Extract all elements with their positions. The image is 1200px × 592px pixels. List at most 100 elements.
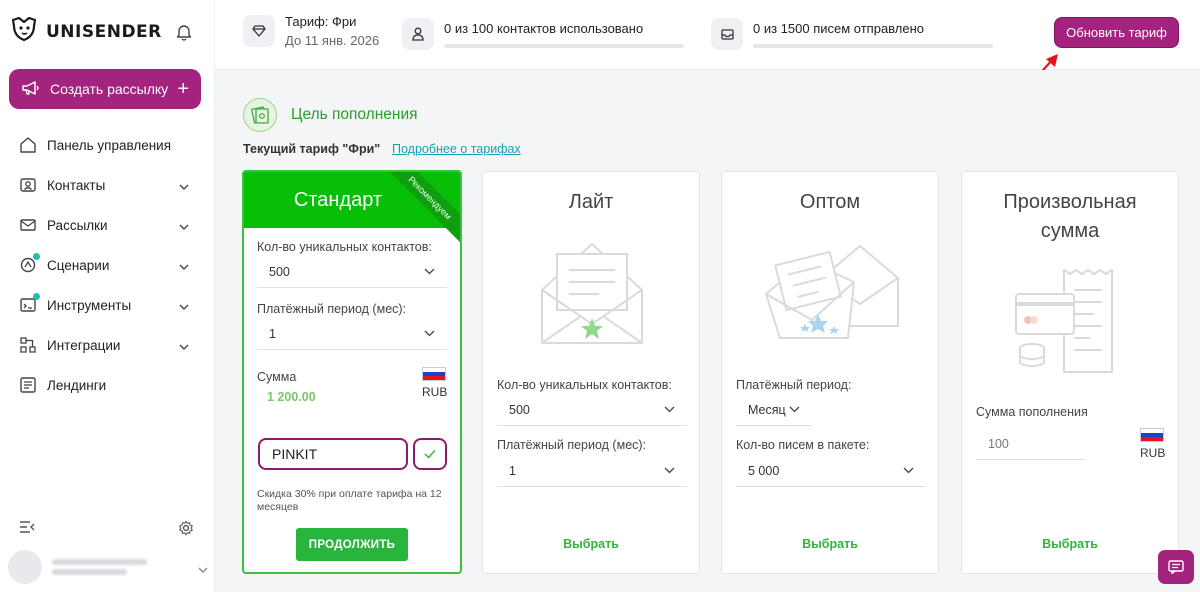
plan-title-custom: Произвольная сумма <box>1003 191 1137 242</box>
chevron-down-icon <box>903 467 914 474</box>
sum-label: Сумма <box>257 370 297 384</box>
period-select-value: 1 <box>509 463 516 478</box>
user-account[interactable] <box>8 550 208 584</box>
choose-lite-button[interactable]: Выбрать <box>483 537 699 551</box>
notification-dot <box>33 253 40 260</box>
sidebar-item-scenario[interactable]: Сценарии <box>0 245 214 285</box>
logo-text: UNISENDER <box>46 21 162 42</box>
continue-button[interactable]: ПРОДОЛЖИТЬ <box>296 528 408 561</box>
upgrade-tariff-button[interactable]: Обновить тариф <box>1054 17 1179 48</box>
sidebar-item-tools[interactable]: Инструменты <box>0 285 214 325</box>
letters-count-label: Кол-во писем в пакете: <box>736 438 870 452</box>
sidebar-item-label: Рассылки <box>47 217 108 233</box>
sidebar-item-landing[interactable]: Лендинги <box>0 365 214 405</box>
russia-flag-icon <box>422 367 446 381</box>
contacts-select-value: 500 <box>269 264 290 279</box>
settings-gear-icon[interactable] <box>178 520 194 541</box>
contacts-select[interactable]: 500 <box>257 256 447 288</box>
tools-icon <box>19 293 40 314</box>
sidebar-item-contacts[interactable]: Контакты <box>0 165 214 205</box>
more-about-tariffs-link[interactable]: Подробнее о тарифах <box>392 142 521 156</box>
letters-usage: 0 из 1500 писем отправлено <box>711 18 993 50</box>
chevron-down-icon <box>179 340 189 350</box>
contacts-label: Кол-во уникальных контактов: <box>257 240 432 254</box>
sidebar-item-mail[interactable]: Рассылки <box>0 205 214 245</box>
logo-icon <box>10 16 38 47</box>
envelope-icon <box>711 18 743 50</box>
diamond-icon <box>243 15 275 47</box>
period-label: Платёжный период (мес): <box>257 302 407 316</box>
tariff-title: Тариф: Фри <box>285 14 357 29</box>
sidebar-item-label: Сценарии <box>47 257 110 273</box>
russia-flag-icon <box>1140 428 1164 442</box>
chevron-down-icon <box>424 268 435 275</box>
period-select[interactable]: Месяц <box>736 394 812 426</box>
main-nav: Панель управления Контакты Рассылки Сценари… <box>0 125 214 405</box>
bell-icon[interactable] <box>176 23 192 46</box>
currency-label: RUB <box>422 385 448 399</box>
period-select-value: 1 <box>269 326 276 341</box>
contacts-usage-text: 0 из 100 контактов использовано <box>444 20 644 36</box>
chevron-down-icon <box>198 562 208 573</box>
person-icon <box>402 18 434 50</box>
goal-title: Цель пополнения <box>291 106 418 123</box>
choose-custom-button[interactable]: Выбрать <box>962 537 1178 551</box>
sidebar-footer-icons <box>19 520 194 541</box>
contacts-select[interactable]: 500 <box>497 394 687 426</box>
choose-bulk-button[interactable]: Выбрать <box>722 537 938 551</box>
sidebar-item-label: Панель управления <box>47 137 172 153</box>
megaphone-icon <box>21 80 41 99</box>
sidebar-item-label: Инструменты <box>47 297 132 313</box>
money-icon <box>243 98 277 132</box>
envelopes-stars-illustration <box>765 245 899 339</box>
chevron-down-icon <box>179 300 189 310</box>
sidebar-item-label: Лендинги <box>47 377 107 393</box>
sidebar-item-label: Контакты <box>47 177 106 193</box>
discount-note: Скидка 30% при оплате тарифа на 12 месяц… <box>257 488 442 513</box>
chevron-down-icon <box>789 406 800 413</box>
create-campaign-label: Создать рассылку <box>50 81 169 97</box>
period-select[interactable]: 1 <box>497 455 687 487</box>
avatar <box>8 550 42 584</box>
period-label: Платёжный период: <box>736 378 852 392</box>
receipt-card-coins-illustration <box>1015 269 1113 373</box>
chevron-down-icon <box>664 467 675 474</box>
mail-icon <box>19 216 37 234</box>
contacts-progress-bar <box>444 43 684 48</box>
promo-code-input[interactable]: PINKIT <box>258 438 408 470</box>
letters-count-value: 5 000 <box>748 463 780 478</box>
logo[interactable]: UNISENDER <box>10 16 162 47</box>
topup-sum-input[interactable]: 100 <box>976 428 1084 460</box>
period-select[interactable]: 1 <box>257 318 447 350</box>
chevron-down-icon <box>664 406 675 413</box>
goal-header: Цель пополнения <box>243 98 418 132</box>
contacts-label: Кол-во уникальных контактов: <box>497 378 672 392</box>
chevron-down-icon <box>179 180 189 190</box>
chat-icon <box>1168 560 1184 574</box>
letters-count-select[interactable]: 5 000 <box>736 455 926 487</box>
integrations-icon <box>19 336 37 354</box>
chat-button[interactable] <box>1158 550 1194 584</box>
scenario-icon <box>19 253 40 274</box>
sum-value: 1 200.00 <box>267 390 316 404</box>
collapse-sidebar-icon[interactable] <box>19 520 35 541</box>
sidebar-item-integrations[interactable]: Интеграции <box>0 325 214 365</box>
chevron-down-icon <box>179 220 189 230</box>
main-content: Цель пополнения Текущий тариф "Фри" Подр… <box>215 70 1200 592</box>
letters-progress-bar <box>753 43 993 48</box>
plan-title-bulk: Оптом <box>799 191 861 213</box>
promo-apply-button[interactable] <box>413 438 447 470</box>
period-label: Платёжный период (мес): <box>497 438 647 452</box>
contacts-usage: 0 из 100 контактов использовано <box>402 18 684 50</box>
tariff-info[interactable]: Тариф: Фри До 11 янв. 2026 <box>243 14 379 48</box>
chevron-down-icon <box>424 330 435 337</box>
create-campaign-button[interactable]: Создать рассылку + <box>9 69 201 109</box>
home-icon <box>19 136 37 154</box>
current-tariff: Текущий тариф "Фри" <box>243 142 381 156</box>
plan-card-bulk: Оптом Платёжный период: Месяц Кол-во пис… <box>721 171 939 574</box>
notification-dot <box>33 293 40 300</box>
envelope-star-illustration <box>541 243 643 344</box>
period-select-value: Месяц <box>748 402 786 417</box>
currency-block: RUB <box>1140 428 1165 460</box>
sidebar-item-home[interactable]: Панель управления <box>0 125 214 165</box>
